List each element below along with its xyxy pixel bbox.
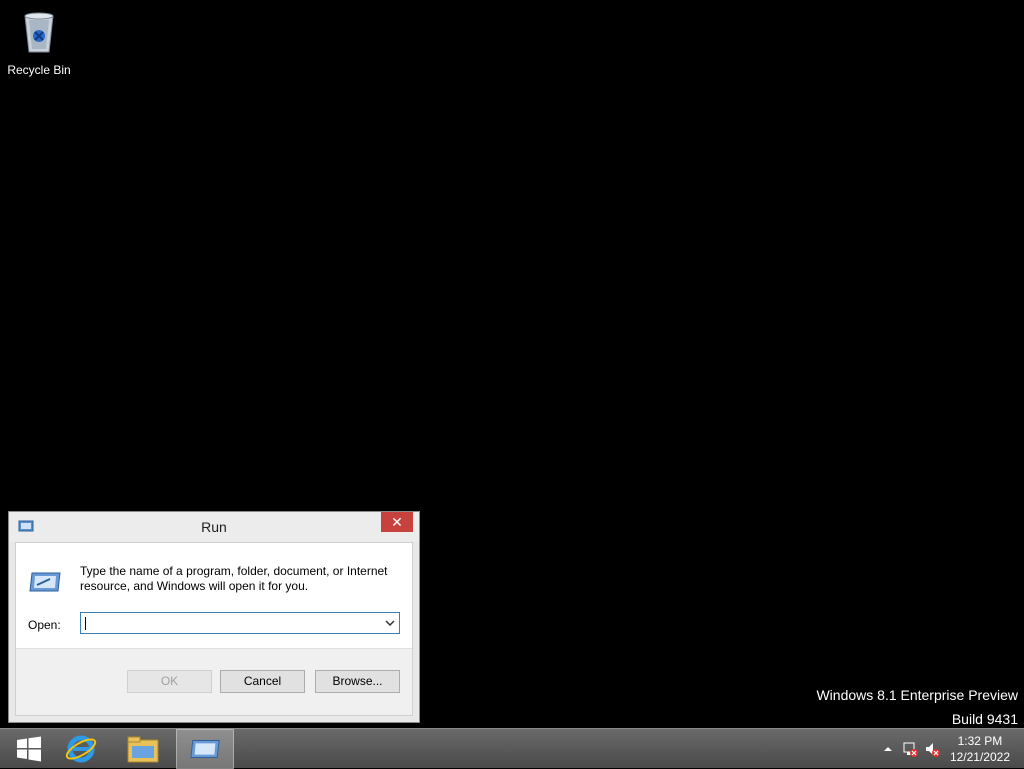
close-button[interactable]: ✕ (381, 512, 413, 532)
recycle-bin-shortcut[interactable]: Recycle Bin (4, 6, 74, 77)
taskbar: 1:32 PM 12/21/2022 (0, 728, 1024, 769)
dialog-button-area: OK Cancel Browse... (16, 648, 412, 715)
taskbar-internet-explorer[interactable] (52, 729, 110, 769)
text-caret (85, 617, 86, 630)
open-label: Open: (28, 618, 61, 632)
clock[interactable]: 1:32 PM 12/21/2022 (950, 733, 1010, 765)
clock-date: 12/21/2022 (949, 750, 1010, 764)
run-dialog-body: Type the name of a program, folder, docu… (15, 542, 413, 716)
open-combobox[interactable] (80, 612, 400, 634)
dialog-description: Type the name of a program, folder, docu… (80, 564, 388, 593)
start-button[interactable] (0, 729, 58, 769)
windows-start-icon (17, 736, 41, 762)
cancel-button[interactable]: Cancel (220, 670, 305, 693)
chevron-down-icon[interactable] (383, 616, 397, 630)
system-tray: 1:32 PM 12/21/2022 (864, 729, 1024, 769)
show-hidden-icons-arrow[interactable] (880, 741, 896, 757)
dialog-title: Run (201, 519, 227, 535)
os-watermark: Windows 8.1 Enterprise Preview Build 943… (816, 683, 1018, 731)
run-dialog: Run ✕ Type the name of a program, folder… (8, 511, 420, 723)
internet-explorer-icon (65, 735, 97, 763)
file-explorer-icon (127, 736, 159, 763)
browse-button[interactable]: Browse... (315, 670, 400, 693)
recycle-bin-icon (24, 12, 54, 53)
volume-muted-icon[interactable] (924, 741, 940, 757)
run-program-icon (29, 572, 61, 592)
ok-button[interactable]: OK (127, 670, 212, 693)
open-input[interactable] (84, 614, 378, 634)
taskbar-run-dialog[interactable] (176, 729, 234, 769)
network-disconnected-icon[interactable] (902, 741, 918, 757)
watermark-edition: Windows 8.1 Enterprise Preview (816, 687, 1018, 703)
clock-time: 1:32 PM (957, 734, 1003, 748)
run-dialog-titlebar[interactable]: Run ✕ (9, 512, 419, 542)
taskbar-file-explorer[interactable] (114, 729, 172, 769)
recycle-bin-label: Recycle Bin (7, 63, 71, 77)
run-app-icon (190, 740, 220, 758)
